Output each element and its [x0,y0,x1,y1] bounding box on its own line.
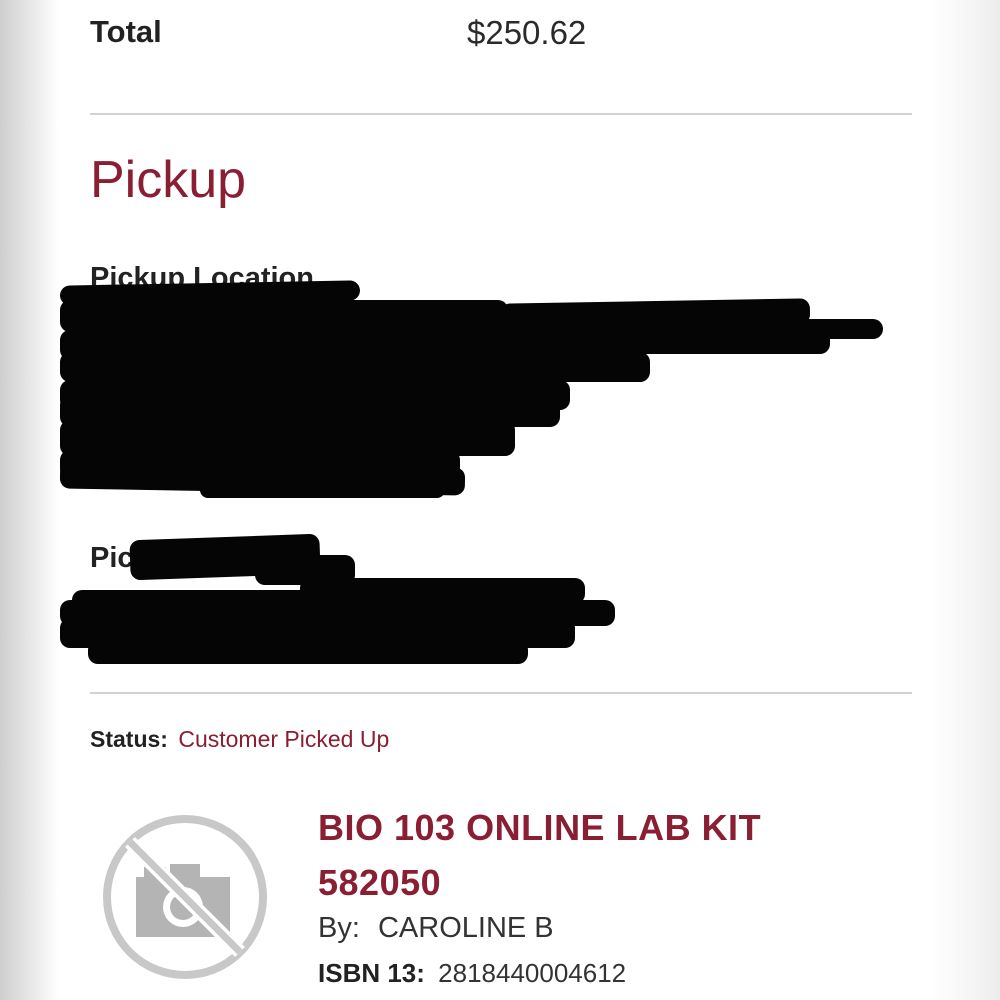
product-title-line-2[interactable]: 582050 [318,855,878,910]
isbn-label: ISBN 13: [318,958,425,988]
no-image-camera-icon [100,812,270,982]
page-edge-left [0,0,58,1000]
total-value: $250.62 [467,14,587,51]
author-row: By: CAROLINE B [318,912,554,945]
divider-top [90,113,912,115]
status-row: Status: Customer Picked Up [90,726,389,753]
author-label: By: [318,912,360,944]
product-title-line-1[interactable]: BIO 103 ONLINE LAB KIT [318,800,878,855]
product-title[interactable]: BIO 103 ONLINE LAB KIT 582050 [318,800,878,910]
divider-bottom [90,692,912,694]
isbn-row: ISBN 13: 2818440004612 [318,958,626,989]
total-label: Total [90,14,162,49]
page-edge-right [930,0,1000,1000]
status-label: Status: [90,726,168,752]
status-value: Customer Picked Up [178,726,390,752]
isbn-value: 2818440004612 [438,958,627,988]
author-value: CAROLINE B [377,912,554,944]
pickup-section-title: Pickup [90,151,247,209]
